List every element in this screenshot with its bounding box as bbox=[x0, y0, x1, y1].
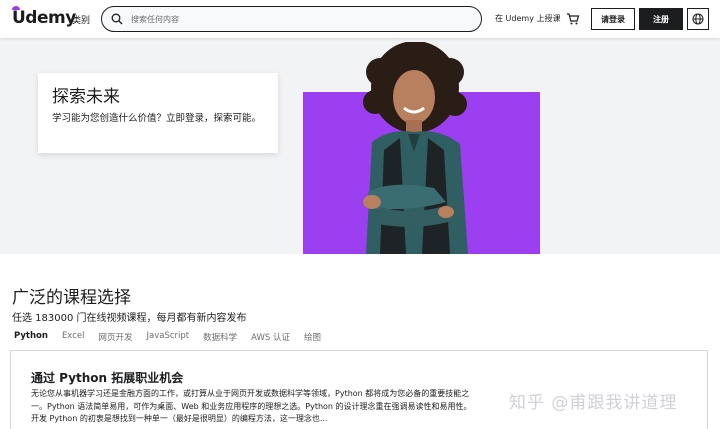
categories-menu[interactable]: 类别 bbox=[72, 13, 90, 26]
globe-icon bbox=[692, 13, 704, 25]
teach-on-udemy-link[interactable]: 在 Udemy 上授课 bbox=[495, 13, 560, 24]
courses-section-title: 广泛的课程选择 bbox=[12, 288, 131, 308]
hero-banner: 探索未来 学习能为您创造什么价值？立即登录，探索可能。 bbox=[0, 38, 720, 254]
udemy-logo[interactable]: Udemy bbox=[12, 8, 76, 28]
hero-card: 探索未来 学习能为您创造什么价值？立即登录，探索可能。 bbox=[38, 73, 278, 153]
hero-subtitle: 学习能为您创造什么价值？立即登录，探索可能。 bbox=[52, 113, 262, 124]
tab-drawing[interactable]: 绘图 bbox=[304, 331, 321, 343]
search-icon bbox=[111, 13, 123, 25]
course-category-tabs: Python Excel 网页开发 JavaScript 数据科学 AWS 认证… bbox=[14, 331, 335, 343]
hero-person-image bbox=[363, 42, 468, 254]
hero-title: 探索未来 bbox=[52, 87, 120, 107]
tab-javascript[interactable]: JavaScript bbox=[146, 331, 189, 343]
panel-description: 无论您从事机器学习还是金融方面的工作，或打算从业于网页开发或数据科学等领域，Py… bbox=[31, 389, 472, 423]
search-bar[interactable] bbox=[101, 6, 482, 32]
login-button[interactable]: 请登录 bbox=[591, 8, 635, 30]
tab-web-development[interactable]: 网页开发 bbox=[98, 331, 132, 343]
top-nav-bar: Udemy 类别 在 Udemy 上授课 请登录 注册 bbox=[0, 0, 720, 38]
courses-section-subtitle: 任选 183000 门在线视频课程，每月都有新内容发布 bbox=[12, 313, 247, 324]
signup-button[interactable]: 注册 bbox=[639, 8, 683, 30]
tab-aws-certification[interactable]: AWS 认证 bbox=[251, 331, 290, 343]
tab-python[interactable]: Python bbox=[14, 331, 48, 343]
tab-data-science[interactable]: 数据科学 bbox=[203, 331, 237, 343]
panel-title: 通过 Python 拓展职业机会 bbox=[31, 371, 184, 385]
zhihu-watermark: 知乎 @甫跟我讲道理 bbox=[509, 393, 678, 413]
language-button[interactable] bbox=[687, 8, 709, 30]
cart-icon[interactable] bbox=[566, 11, 580, 30]
tab-excel[interactable]: Excel bbox=[62, 331, 85, 343]
search-input[interactable] bbox=[131, 14, 451, 24]
